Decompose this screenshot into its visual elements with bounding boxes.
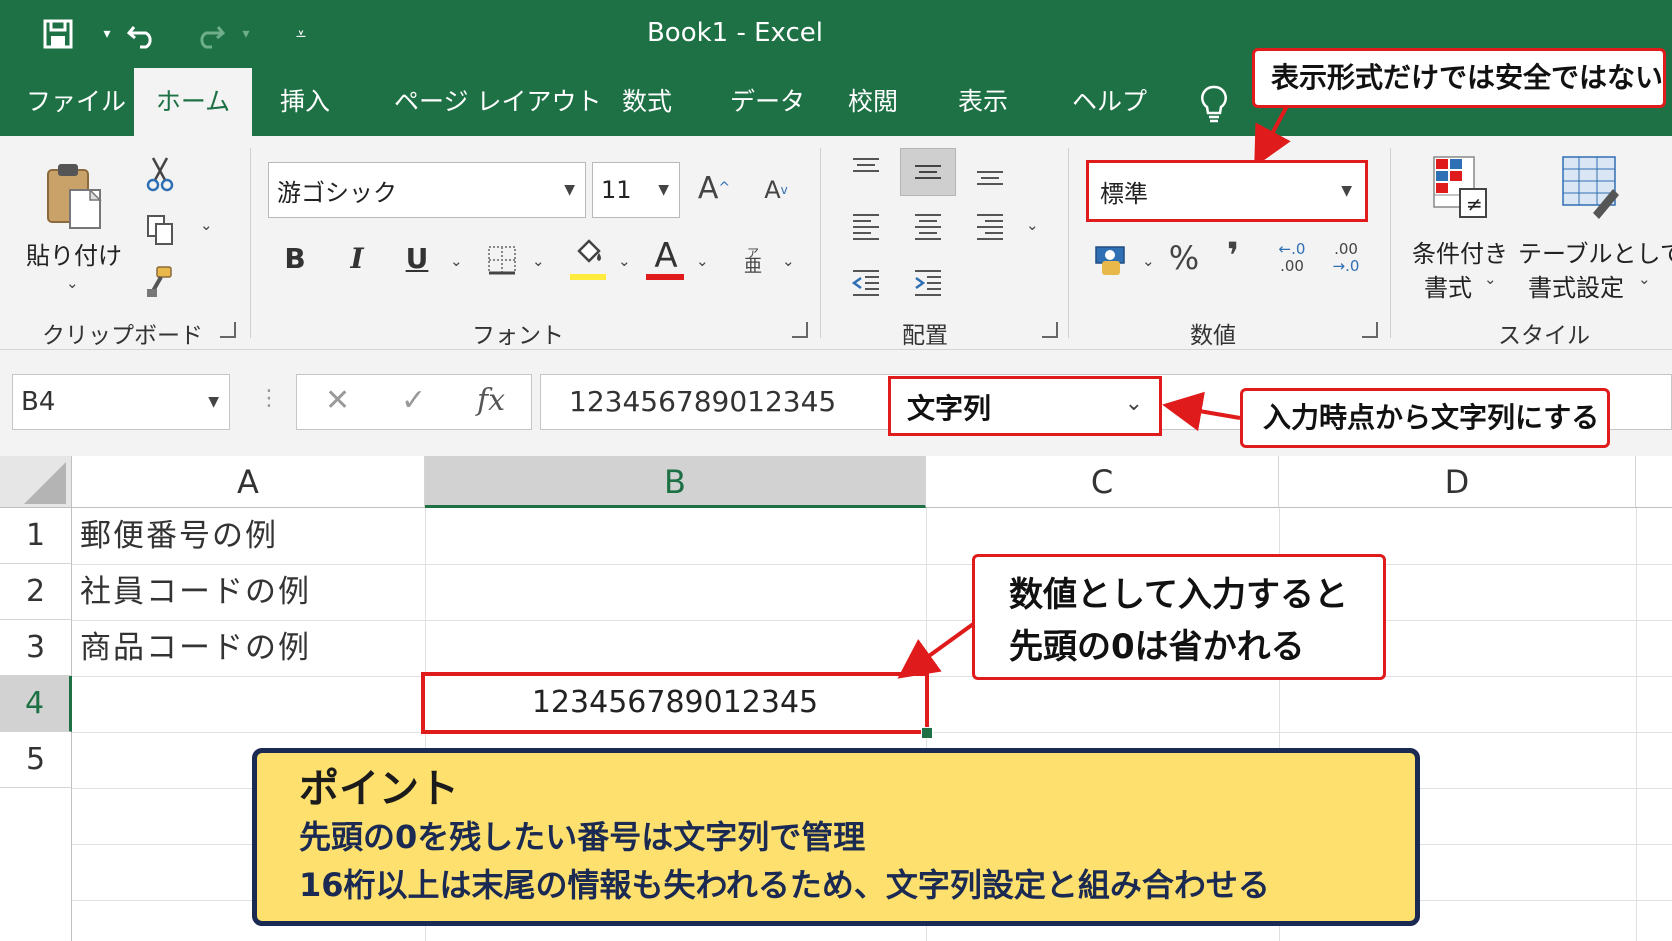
text-format-dropdown[interactable]: 文字列 ⌄ <box>888 376 1162 436</box>
numeric-warning-callout: 数値として入力すると 先頭の0は省かれる <box>972 554 1386 680</box>
text-format-dropdown-icon[interactable]: ⌄ <box>1125 391 1143 416</box>
point-line-1: 先頭の0を残したい番号は文字列で管理 <box>299 818 866 856</box>
point-summary-box: ポイント 先頭の0を残したい番号は文字列で管理 16桁以上は末尾の情報も失われる… <box>252 748 1420 926</box>
format-warning-callout: 表示形式だけでは安全ではない <box>1252 48 1666 108</box>
point-line-2: 16桁以上は末尾の情報も失われるため、文字列設定と組み合わせる <box>299 866 1270 904</box>
numeric-warning-line1: 数値として入力すると <box>1009 575 1348 615</box>
number-format-combo-overlay[interactable]: 標準 ▼ <box>1092 166 1362 216</box>
number-format-overlay-value: 標準 <box>1100 179 1148 208</box>
input-tip-callout: 入力時点から文字列にする <box>1240 388 1610 448</box>
numeric-warning-line2: 先頭の0は省かれる <box>1009 627 1305 667</box>
text-format-value: 文字列 <box>907 392 992 425</box>
number-format-overlay-dropdown-icon[interactable]: ▼ <box>1341 183 1352 199</box>
point-title: ポイント <box>299 766 459 812</box>
